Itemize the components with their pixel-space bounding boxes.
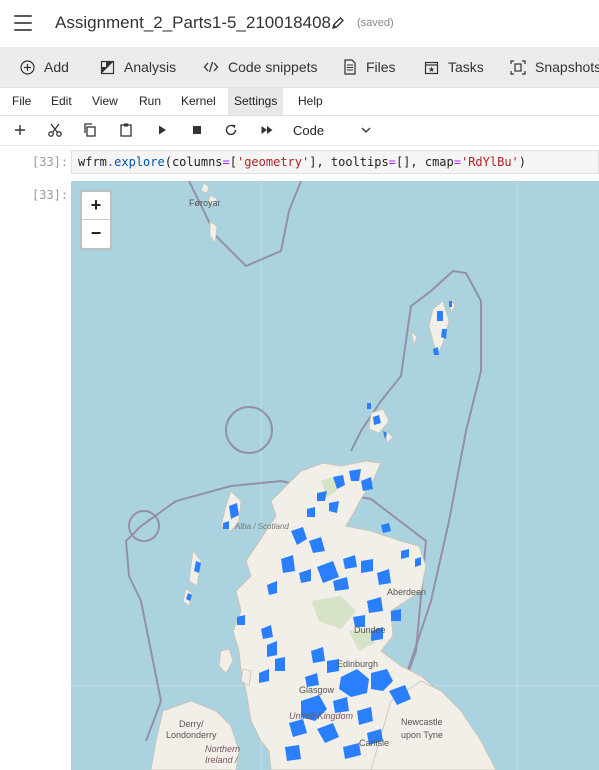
add-cell-icon[interactable] [12, 122, 28, 138]
cell-toolbar: Code [0, 116, 599, 146]
stop-icon[interactable] [189, 122, 205, 138]
map-label-carlisle: Carlisle [359, 738, 389, 748]
snapshots-button[interactable]: Snapshots [510, 47, 599, 87]
map-label-aberdeen: Aberdeen [387, 587, 426, 597]
main-toolbar: Add Analysis Code snippets Files Tasks S… [0, 47, 599, 88]
chevron-down-icon [361, 127, 371, 133]
map-label-glasgow: Glasgow [299, 685, 335, 695]
map-label-scotland: Alba / Scotland [234, 522, 289, 531]
menu-file[interactable]: File [6, 88, 37, 115]
code-snippets-label: Code snippets [228, 59, 318, 75]
code-token: = [453, 155, 461, 169]
code-token: explore [114, 155, 165, 169]
map-label-uk: United Kingdom [289, 711, 354, 721]
input-prompt: [33]: [32, 155, 69, 169]
code-token: 'RdYlBu' [460, 155, 519, 169]
map-label-newcastle-2: upon Tyne [401, 730, 443, 740]
menu-kernel[interactable]: Kernel [175, 88, 222, 115]
menu-run[interactable]: Run [133, 88, 167, 115]
edit-pencil-icon[interactable] [331, 16, 345, 30]
map-label-derry-2: Londonderry [166, 730, 217, 740]
output-prompt: [33]: [32, 188, 69, 202]
file-icon [344, 59, 356, 75]
code-token: ) [518, 155, 527, 169]
code-token: [], cmap [395, 155, 454, 169]
code-token: wfrm [78, 155, 107, 169]
run-icon[interactable] [154, 122, 170, 138]
analysis-icon [100, 60, 115, 74]
notebook-title[interactable]: Assignment_2_Parts1-5_210018408 [55, 13, 331, 33]
tasks-label: Tasks [448, 59, 484, 75]
map-canvas[interactable]: Føroyar Alba / Scotland Aberdeen Dundee … [71, 181, 599, 770]
files-button[interactable]: Files [343, 47, 396, 87]
zoom-out-button[interactable]: − [82, 220, 110, 247]
code-icon [203, 61, 219, 73]
plus-circle-icon [20, 59, 35, 75]
code-token: (columns [164, 155, 223, 169]
analysis-button[interactable]: Analysis [100, 47, 176, 87]
map-label-dundee: Dundee [354, 625, 386, 635]
code-cell-input[interactable]: wfrm.explore(columns=['geometry'], toolt… [71, 150, 599, 174]
copy-icon[interactable] [82, 122, 98, 138]
menu-help[interactable]: Help [292, 88, 329, 115]
menu-edit[interactable]: Edit [45, 88, 78, 115]
code-snippets-button[interactable]: Code snippets [203, 47, 318, 87]
notebook-header: Assignment_2_Parts1-5_210018408 (saved) [0, 0, 599, 47]
map-output[interactable]: Føroyar Alba / Scotland Aberdeen Dundee … [71, 181, 599, 770]
snapshots-label: Snapshots [535, 59, 599, 75]
analysis-label: Analysis [124, 59, 177, 75]
snapshot-icon [510, 59, 526, 75]
menu-bar: File Edit View Run Kernel Settings Help [0, 88, 599, 116]
code-token: [ [229, 155, 237, 169]
menu-hamburger-icon[interactable] [14, 15, 32, 31]
cell-type-select[interactable]: Code [287, 121, 377, 141]
map-label-newcastle-1: Newcastle [401, 717, 443, 727]
code-token: 'geometry' [236, 155, 310, 169]
paste-icon[interactable] [118, 122, 134, 138]
add-button[interactable]: Add [20, 47, 69, 87]
map-label-edinburgh: Edinburgh [337, 659, 378, 669]
cut-icon[interactable] [47, 122, 63, 138]
add-label: Add [44, 59, 69, 75]
code-token: = [388, 155, 396, 169]
menu-settings[interactable]: Settings [228, 88, 284, 115]
files-label: Files [366, 59, 396, 75]
save-status: (saved) [357, 17, 394, 29]
map-label-derry-1: Derry/ [179, 719, 204, 729]
map-zoom-control: + − [80, 190, 112, 250]
fast-forward-icon[interactable] [259, 122, 275, 138]
map-label-ni-1: Northern [205, 744, 240, 754]
zoom-in-button[interactable]: + [82, 192, 110, 220]
code-token: ], tooltips [309, 155, 389, 169]
menu-view[interactable]: View [86, 88, 124, 115]
tasks-icon [424, 61, 439, 74]
code-token: = [222, 155, 230, 169]
map-label-ni-2: Ireland / [205, 755, 239, 765]
cell-type-value: Code [293, 123, 325, 138]
map-label-faroe: Føroyar [189, 198, 221, 208]
restart-icon[interactable] [223, 122, 239, 138]
tasks-button[interactable]: Tasks [424, 47, 484, 87]
